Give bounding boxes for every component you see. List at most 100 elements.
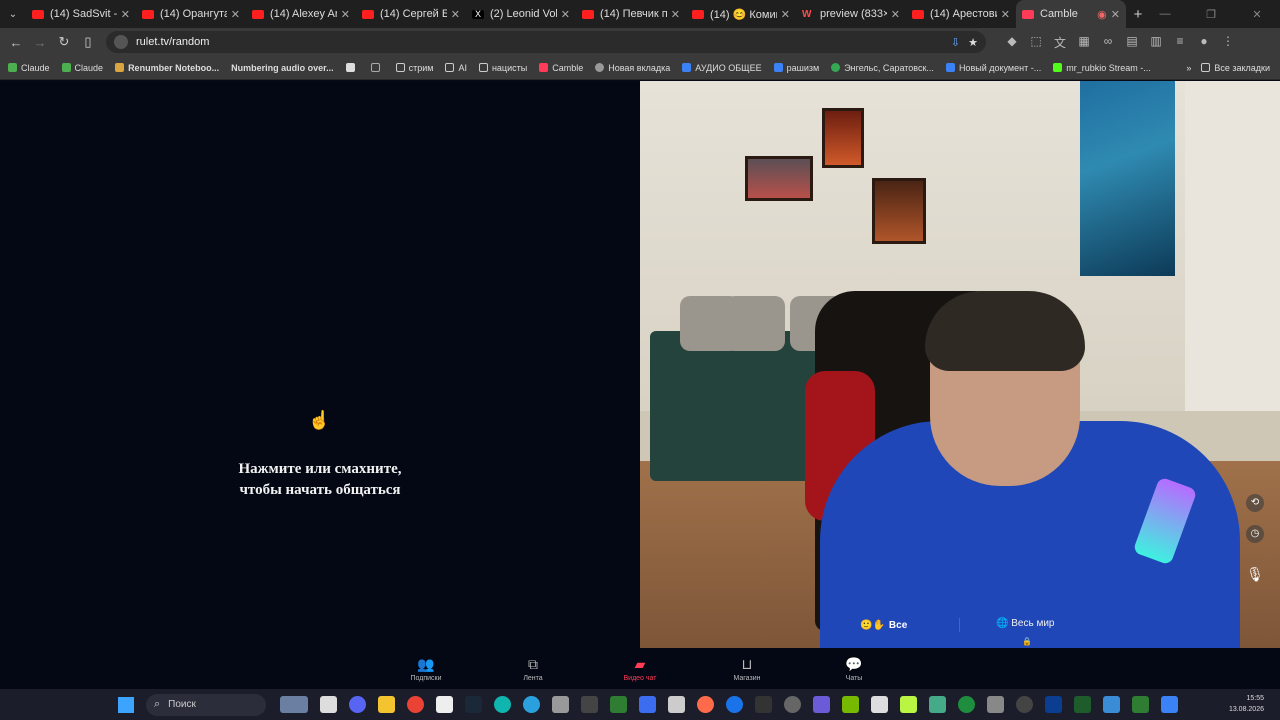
bookmark-folder[interactable]: стрим (395, 63, 433, 73)
sidebar-icon[interactable]: ▯ (76, 34, 100, 50)
bookmark-star-icon[interactable]: ★ (968, 36, 978, 49)
bookmark-folder[interactable]: нацисты (478, 63, 527, 73)
telegram-icon[interactable] (523, 696, 540, 713)
bookmark-item[interactable]: Claude (61, 63, 103, 73)
bookmark-item[interactable] (370, 63, 384, 72)
nav-shop[interactable]: ⊔ Магазин (694, 648, 801, 689)
file-explorer-icon[interactable] (378, 696, 395, 713)
nav-feed[interactable]: ⧉ Лента (480, 648, 587, 689)
close-icon[interactable]: ✕ (891, 8, 900, 21)
close-icon[interactable]: ✕ (451, 8, 460, 21)
more-vert-icon[interactable]: ⋮ (1216, 34, 1240, 51)
nvidia-icon[interactable] (842, 696, 859, 713)
extension-icon[interactable]: ◆ (1000, 34, 1024, 51)
nav-chats[interactable]: 💬 Чаты (801, 648, 908, 689)
address-bar[interactable]: rulet.tv/random ⇩ ★ (106, 31, 986, 53)
app-icon[interactable] (726, 696, 743, 713)
close-icon[interactable]: ✕ (671, 8, 680, 21)
steam-icon[interactable] (465, 696, 482, 713)
bookmark-item[interactable] (345, 63, 359, 72)
link-icon[interactable]: ∞ (1096, 34, 1120, 51)
calendar-icon[interactable]: ▤ (1120, 34, 1144, 51)
terminal-icon[interactable] (581, 696, 598, 713)
microphone-icon[interactable]: 🎙 (1246, 565, 1264, 583)
app-icon[interactable] (1161, 696, 1178, 713)
system-clock[interactable]: 15:55 13.08.2026 (1229, 693, 1264, 715)
maximize-icon[interactable]: ❐ (1188, 8, 1234, 21)
grid-icon[interactable]: ▦ (1072, 34, 1096, 51)
excel-like-icon[interactable] (610, 696, 627, 713)
capcut-icon[interactable] (755, 696, 772, 713)
app-icon[interactable] (494, 696, 511, 713)
start-chat-area[interactable]: ☝ Нажмите или смахните, чтобы начать общ… (0, 81, 640, 689)
browser-tab[interactable]: (14) Орангутанг ✕ (136, 0, 246, 28)
browser-tab[interactable]: (14) SadSvit - Кас ✕ (26, 0, 136, 28)
app-icon[interactable] (668, 696, 685, 713)
browser-tab[interactable]: (14) Арестович ✕ (906, 0, 1016, 28)
bookmark-item[interactable]: mr_rubkio Stream -... (1053, 63, 1151, 73)
back-icon[interactable]: ← (4, 35, 28, 50)
close-icon[interactable]: ✕ (231, 8, 240, 21)
timer-icon[interactable]: ◷ (1246, 525, 1264, 543)
bookmark-item[interactable]: Numbering audio over... (231, 63, 334, 73)
browser-tab[interactable]: (14) Alexey Aresto ✕ (246, 0, 356, 28)
close-window-icon[interactable]: ✕ (1234, 8, 1280, 21)
bookmark-item[interactable]: Новая вкладка (595, 63, 670, 73)
close-icon[interactable]: ✕ (1111, 8, 1120, 21)
minimize-icon[interactable]: — (1142, 8, 1188, 20)
task-view-icon[interactable] (320, 696, 337, 713)
notepad-icon[interactable] (436, 696, 453, 713)
snipping-tool-icon[interactable] (552, 696, 569, 713)
bookmark-item[interactable]: Новый документ -... (945, 63, 1041, 73)
forward-icon[interactable]: → (28, 35, 52, 50)
app-icon[interactable] (987, 696, 1004, 713)
close-icon[interactable]: ✕ (341, 8, 350, 21)
app-icon[interactable] (871, 696, 888, 713)
bookmark-item[interactable]: АУДИО ОБЩЕЕ (682, 63, 762, 73)
app-icon[interactable] (1074, 696, 1091, 713)
app-icon[interactable] (813, 696, 830, 713)
close-icon[interactable]: ✕ (561, 8, 570, 21)
app-icon[interactable] (958, 696, 975, 713)
browser-tab[interactable]: (14) Сергей Бадм ✕ (356, 0, 466, 28)
windows-start-icon[interactable] (118, 696, 134, 713)
close-icon[interactable]: ✕ (781, 8, 790, 21)
nav-subscriptions[interactable]: 👥 Подписки (373, 648, 480, 689)
chrome-icon[interactable] (407, 696, 424, 713)
puzzle-icon[interactable]: ⬚ (1024, 34, 1048, 51)
bookmark-item[interactable]: Renumber Noteboo... (115, 63, 219, 73)
install-app-icon[interactable]: ⇩ (951, 36, 960, 49)
more-bookmarks-chevron-icon[interactable]: » (1186, 63, 1191, 73)
translate-icon[interactable]: 文 (1048, 34, 1072, 51)
bookmark-item[interactable]: Camble (539, 63, 583, 73)
chatgpt-icon[interactable] (784, 696, 801, 713)
taskbar-search[interactable]: ⌕ Поиск (146, 693, 266, 716)
browser-tab[interactable]: (14) Певчик про ✕ (576, 0, 686, 28)
app-icon[interactable] (1103, 696, 1120, 713)
close-icon[interactable]: ✕ (121, 8, 130, 21)
bookmark-item[interactable]: рашизм (773, 63, 819, 73)
browser-tab-active[interactable]: Camble ◉ ✕ (1016, 0, 1126, 28)
discord-icon[interactable] (349, 696, 366, 713)
bookmark-folder[interactable]: AI (445, 63, 467, 73)
browser-tab[interactable]: X (2) Leonid Volkov ✕ (466, 0, 576, 28)
widgets-icon[interactable] (280, 696, 308, 713)
app-icon[interactable] (929, 696, 946, 713)
app-icon[interactable] (900, 696, 917, 713)
app-icon[interactable] (1045, 696, 1062, 713)
obs-icon[interactable] (1016, 696, 1033, 713)
bookmark-item[interactable]: Claude (8, 63, 50, 73)
all-bookmarks[interactable]: Все закладки (1201, 63, 1270, 73)
nav-video-chat[interactable]: ▰ Видео чат (587, 648, 694, 689)
claude-icon[interactable] (697, 696, 714, 713)
tab-search-chevron-icon[interactable]: ⌄ (0, 0, 26, 28)
profile-avatar[interactable]: ● (1192, 34, 1216, 51)
bookmark-item[interactable]: Энгельс, Саратовск... (831, 63, 934, 73)
country-filter[interactable]: 🌐 Весь мир (996, 618, 1054, 629)
switch-camera-icon[interactable]: ⟲ (1246, 494, 1264, 512)
panel-icon[interactable]: ▥ (1144, 34, 1168, 51)
site-info-icon[interactable] (114, 35, 128, 49)
browser-tab[interactable]: (14) 😊 Комик о ✕ (686, 0, 796, 28)
reload-icon[interactable]: ↻ (52, 34, 76, 50)
app-icon[interactable] (1132, 696, 1149, 713)
